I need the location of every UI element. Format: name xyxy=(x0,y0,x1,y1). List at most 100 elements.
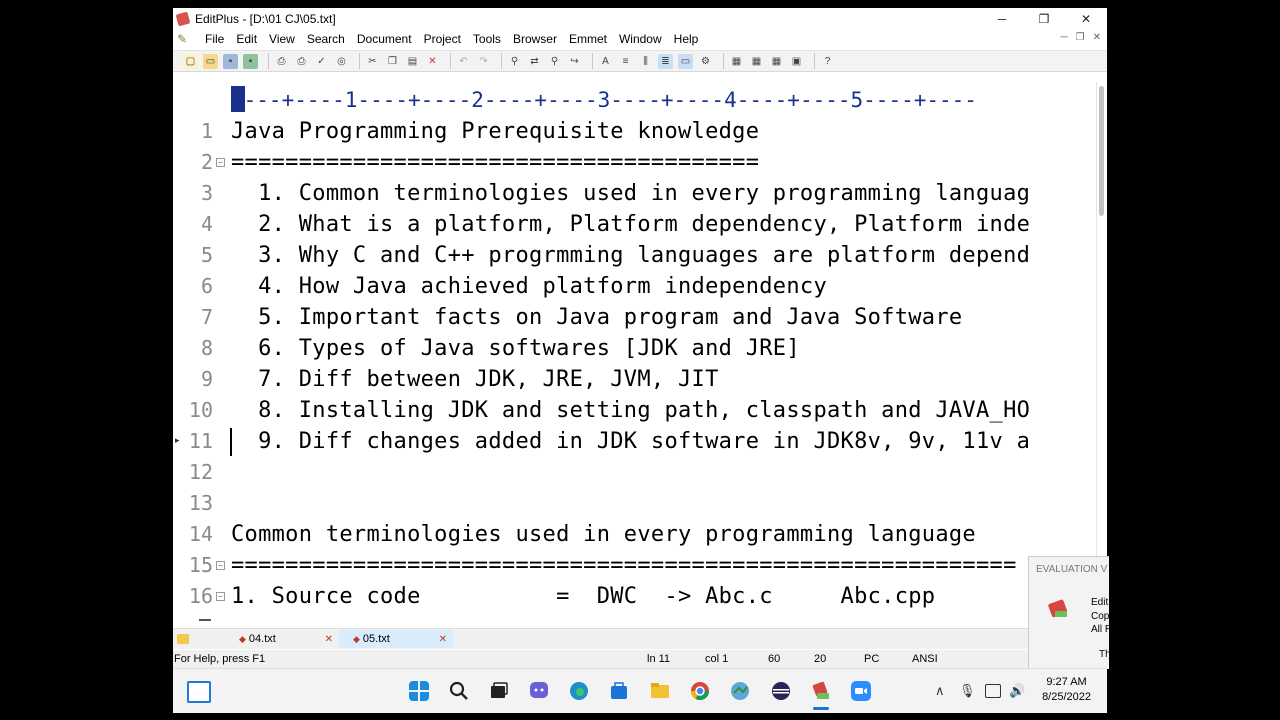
code-line[interactable]: Java Programming Prerequisite knowledge xyxy=(231,116,1091,147)
undo-icon[interactable]: ↶ xyxy=(456,54,471,69)
task-view-icon[interactable] xyxy=(489,681,509,701)
eclipse-icon[interactable] xyxy=(771,681,791,701)
menu-help[interactable]: Help xyxy=(668,32,705,46)
code-line[interactable]: 8. Installing JDK and setting path, clas… xyxy=(231,395,1091,426)
save-all-icon[interactable]: ▪ xyxy=(243,53,258,69)
display-icon[interactable] xyxy=(985,684,1001,698)
chrome-icon[interactable] xyxy=(690,681,710,701)
copy-icon[interactable]: ❐ xyxy=(385,54,400,69)
delete-icon[interactable]: ✕ xyxy=(425,54,440,69)
output-window-icon[interactable]: ▦ xyxy=(729,54,744,69)
browser-preview-icon[interactable]: ◎ xyxy=(334,54,349,69)
vertical-scroll-thumb[interactable] xyxy=(1099,86,1104,216)
editplus-taskbar-icon[interactable] xyxy=(811,681,831,701)
volume-icon[interactable]: 🔊 xyxy=(1009,683,1025,699)
file-explorer-icon[interactable] xyxy=(650,681,670,701)
status-line-ending[interactable]: PC xyxy=(864,653,879,665)
menu-document[interactable]: Document xyxy=(351,32,418,46)
code-line[interactable]: 2. What is a platform, Platform dependen… xyxy=(231,209,1091,240)
line-number-icon[interactable]: ≣ xyxy=(658,53,673,69)
code-line[interactable]: 9. Diff changes added in JDK software in… xyxy=(231,426,1091,457)
cut-icon[interactable]: ✂ xyxy=(365,54,380,69)
help-icon[interactable]: ? xyxy=(820,54,835,69)
save-icon[interactable]: ▪ xyxy=(223,53,238,69)
fold-toggle-icon[interactable]: − xyxy=(216,158,225,167)
close-button[interactable]: ✕ xyxy=(1065,8,1107,30)
editor-area[interactable]: ----+----1----+----2----+----3----+----4… xyxy=(173,74,1107,612)
code-line[interactable]: 1. Common terminologies used in every pr… xyxy=(231,178,1091,209)
zoom-icon[interactable] xyxy=(851,681,871,701)
ruler-icon[interactable]: ▭ xyxy=(678,53,693,69)
settings-icon[interactable]: ⚙ xyxy=(698,54,713,69)
column-select-icon[interactable]: ⫼ xyxy=(638,54,653,69)
system-clock[interactable]: 9:27 AM 8/25/2022 xyxy=(1042,675,1091,705)
find-in-files-icon[interactable]: ⚲ xyxy=(547,54,562,69)
code-line[interactable]: ======================================= xyxy=(231,147,1091,178)
goto-icon[interactable]: ↪ xyxy=(567,54,582,69)
cliptext-window-icon[interactable]: ▦ xyxy=(769,54,784,69)
menu-window[interactable]: Window xyxy=(613,32,668,46)
status-encoding[interactable]: ANSI xyxy=(912,653,938,665)
word-wrap-icon[interactable]: ≡ xyxy=(618,54,633,69)
menu-view[interactable]: View xyxy=(263,32,301,46)
search-icon[interactable] xyxy=(449,681,469,701)
tab-close-icon[interactable]: ✕ xyxy=(439,634,447,645)
find-icon[interactable]: ⚲ xyxy=(507,54,522,69)
fullscreen-icon[interactable]: ▣ xyxy=(789,54,804,69)
maximize-button[interactable]: ❐ xyxy=(1023,8,1065,30)
line-number: 5 xyxy=(200,243,213,267)
print-preview-icon[interactable]: ⎙ xyxy=(274,54,289,69)
horizontal-scrollbar[interactable] xyxy=(173,612,1107,628)
menu-edit[interactable]: Edit xyxy=(230,32,263,46)
menu-project[interactable]: Project xyxy=(418,32,467,46)
new-file-icon[interactable]: ▢ xyxy=(183,53,198,69)
tray-overflow-icon[interactable]: ∧ xyxy=(935,683,945,699)
tab-05-txt[interactable]: ◆ 05.txt ✕ xyxy=(339,630,453,648)
network-app-icon[interactable] xyxy=(730,681,750,701)
code-line[interactable]: 7. Diff between JDK, JRE, JVM, JIT xyxy=(231,364,1091,395)
fold-toggle-icon[interactable]: − xyxy=(216,561,225,570)
widgets-icon[interactable] xyxy=(187,681,211,703)
code-line[interactable]: Common terminologies used in every progr… xyxy=(231,519,1091,550)
replace-icon[interactable]: ⇄ xyxy=(527,54,542,69)
tab-close-icon[interactable]: ✕ xyxy=(325,634,333,645)
menu-tools[interactable]: Tools xyxy=(467,32,507,46)
doc-close-icon[interactable]: ✕ xyxy=(1093,32,1101,43)
code-line[interactable]: 4. How Java achieved platform independen… xyxy=(231,271,1091,302)
title-bar[interactable]: EditPlus - [D:\01 CJ\05.txt] ─ ❐ ✕ xyxy=(173,8,1107,30)
microsoft-store-icon[interactable] xyxy=(609,681,629,701)
minimize-button[interactable]: ─ xyxy=(981,8,1023,30)
font-icon[interactable]: A xyxy=(598,54,613,69)
code-line[interactable]: 1. Source code = DWC -> Abc.c Abc.cpp xyxy=(231,581,1091,612)
doc-minimize-icon[interactable]: ─ xyxy=(1061,32,1068,43)
redo-icon[interactable]: ↷ xyxy=(476,54,491,69)
start-icon[interactable] xyxy=(409,681,429,701)
code-line[interactable]: ========================================… xyxy=(231,550,1091,581)
paste-icon[interactable]: ▤ xyxy=(405,54,420,69)
doc-restore-icon[interactable]: ❐ xyxy=(1076,32,1085,43)
code-line[interactable]: 5. Important facts on Java program and J… xyxy=(231,302,1091,333)
editplus-window: EditPlus - [D:\01 CJ\05.txt] ─ ❐ ✕ ✎ Fil… xyxy=(173,8,1107,668)
menu-browser[interactable]: Browser xyxy=(507,32,563,46)
evaluation-notice-popup[interactable]: EVALUATION V Edit Cop All R Th xyxy=(1028,556,1109,669)
directory-window-icon[interactable]: ▦ xyxy=(749,54,764,69)
print-icon[interactable]: ⎙ xyxy=(294,54,309,69)
edge-browser-icon[interactable] xyxy=(569,681,589,701)
windows-taskbar: ∧ 🎙 🔊 9:27 AM 8/25/2022 xyxy=(173,668,1107,713)
microphone-icon[interactable]: 🎙 xyxy=(959,683,976,699)
menu-file[interactable]: File xyxy=(199,32,230,46)
code-line[interactable]: 3. Why C and C++ progrmming languages ar… xyxy=(231,240,1091,271)
tab-04-txt[interactable]: ◆ 04.txt ✕ xyxy=(225,630,339,648)
chat-icon[interactable] xyxy=(529,681,549,701)
horizontal-scroll-thumb[interactable] xyxy=(199,619,211,621)
folder-icon[interactable] xyxy=(177,634,189,644)
vertical-scrollbar[interactable] xyxy=(1096,82,1107,612)
menu-search[interactable]: Search xyxy=(301,32,351,46)
open-file-icon[interactable]: ▭ xyxy=(203,53,218,69)
document-menu-icon[interactable]: ✎ xyxy=(177,32,191,46)
spell-check-icon[interactable]: ✓ xyxy=(314,54,329,69)
line-number: 14 xyxy=(188,522,213,546)
menu-emmet[interactable]: Emmet xyxy=(563,32,613,46)
fold-toggle-icon[interactable]: − xyxy=(216,592,225,601)
code-line[interactable]: 6. Types of Java softwares [JDK and JRE] xyxy=(231,333,1091,364)
